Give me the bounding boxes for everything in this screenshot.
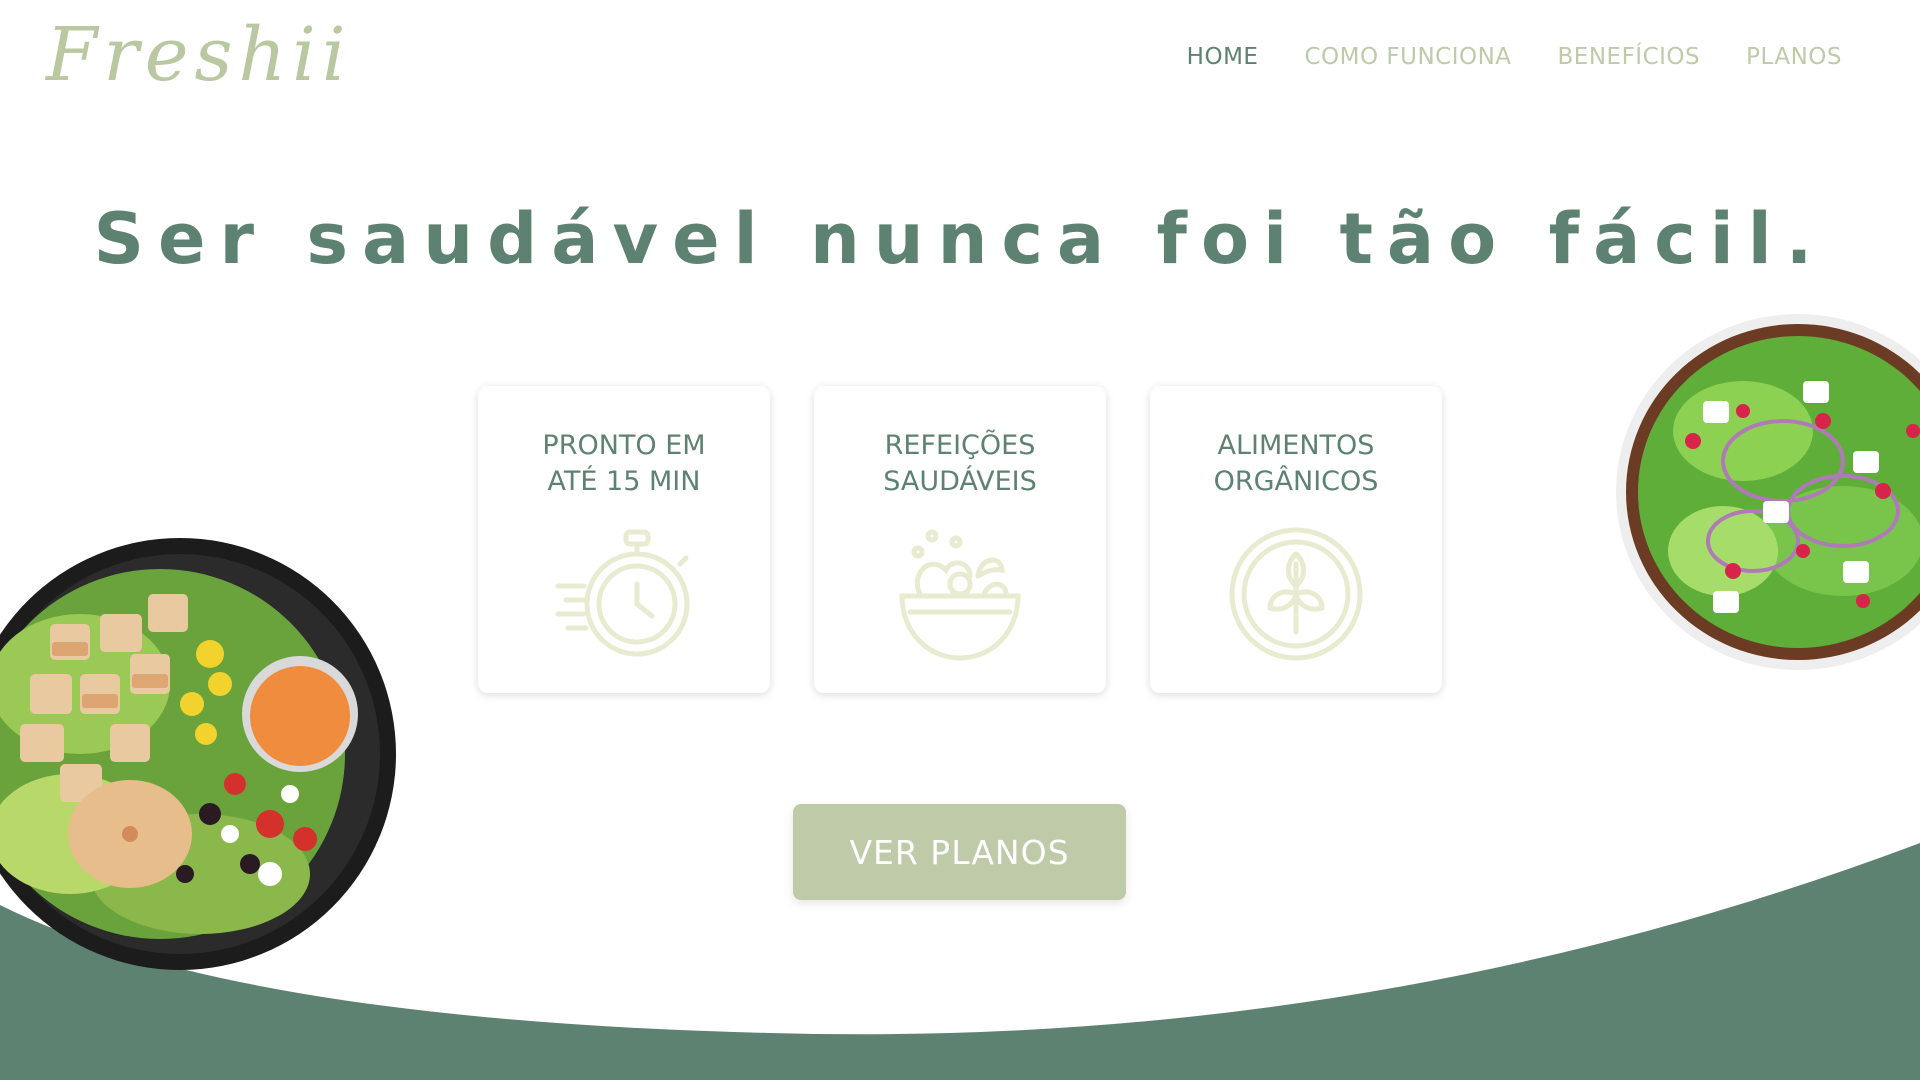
nav-como-funciona[interactable]: COMO FUNCIONA [1304,44,1511,70]
feature-card-title: REFEIÇÕES SAUDÁVEIS [814,428,1106,500]
feature-card-title: PRONTO EM ATÉ 15 MIN [478,428,770,500]
hero-headline: Ser saudável nunca foi tão fácil. [93,198,1827,280]
ver-planos-button[interactable]: VER PLANOS [793,804,1126,900]
stopwatch-icon [554,524,694,664]
organic-leaf-icon [1226,524,1366,664]
feature-card-title-line2: ATÉ 15 MIN [547,466,701,497]
main-nav: HOME COMO FUNCIONA BENEFÍCIOS PLANOS [1187,44,1842,70]
feature-card-title-line1: ALIMENTOS [1217,430,1375,461]
feature-card-organic: ALIMENTOS ORGÂNICOS [1150,386,1442,693]
feature-card-title-line2: SAUDÁVEIS [883,466,1037,497]
feature-card-healthy: REFEIÇÕES SAUDÁVEIS [814,386,1106,693]
brand-logo[interactable]: Freshii [46,12,351,98]
green-salad-plate-image [1616,314,1920,670]
nav-planos[interactable]: PLANOS [1746,44,1842,70]
feature-card-quick: PRONTO EM ATÉ 15 MIN [478,386,770,693]
nav-home[interactable]: HOME [1187,44,1259,70]
feature-card-title-line2: ORGÂNICOS [1213,466,1379,497]
salad-bowl-icon [890,524,1030,664]
landing-page: Freshii HOME COMO FUNCIONA BENEFÍCIOS PL… [0,0,1920,1080]
nav-beneficios[interactable]: BENEFÍCIOS [1558,44,1701,70]
feature-card-title-line1: REFEIÇÕES [884,430,1036,461]
feature-card-title-line1: PRONTO EM [542,430,706,461]
chicken-salad-bowl-image [0,538,396,970]
feature-card-title: ALIMENTOS ORGÂNICOS [1150,428,1442,500]
